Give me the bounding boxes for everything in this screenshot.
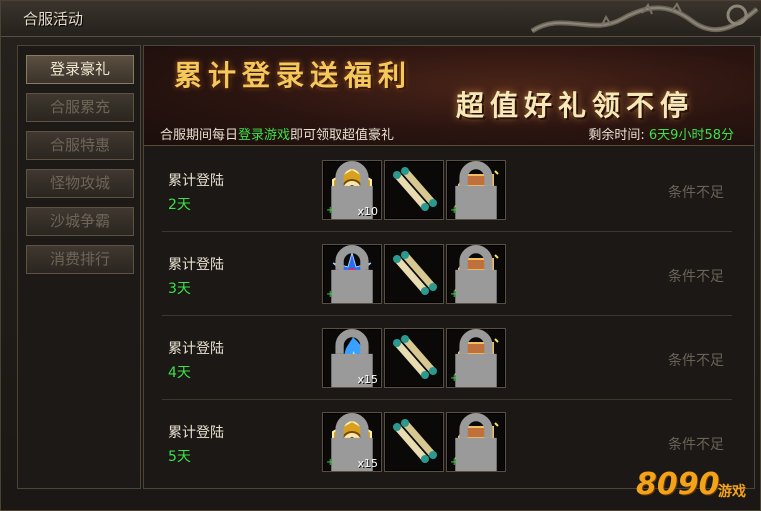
sidebar-item-recharge[interactable]: 合服累充 <box>26 93 134 122</box>
row-days: 5天 <box>168 449 191 465</box>
reward-slot[interactable]: + x10 <box>322 160 382 220</box>
timer-value: 6天9小时58分 <box>648 128 734 143</box>
status-text: 条件不足 <box>668 353 724 369</box>
countdown: 剩余时间: 6天9小时58分 <box>588 124 734 143</box>
row-days: 4天 <box>168 365 191 381</box>
scroll-icon <box>393 419 437 463</box>
content-panel: 累计登录送福利 超值好礼领不停 合服期间每日登录游戏即可领取超值豪礼 剩余时间:… <box>143 45 755 489</box>
sidebar-item-castle-war[interactable]: 沙城争霸 <box>26 207 134 236</box>
sidebar-item-spending-rank[interactable]: 消费排行 <box>26 245 134 274</box>
reward-slot[interactable]: + <box>322 244 382 304</box>
dragon-ornament-icon <box>530 2 759 34</box>
row-days: 2天 <box>168 197 191 213</box>
row-label: 累计登陆 <box>168 257 224 273</box>
reward-slot[interactable] <box>384 412 444 472</box>
plus-icon: + <box>450 373 459 384</box>
scroll-icon <box>393 335 437 379</box>
info-prefix: 合服期间每日 <box>160 128 239 143</box>
sidebar-item-special-offer[interactable]: 合服特惠 <box>26 131 134 160</box>
info-suffix: 即可领取超值豪礼 <box>290 128 395 143</box>
item-quantity: x10 <box>357 205 378 218</box>
plus-icon: + <box>326 289 335 300</box>
status-text: 条件不足 <box>668 437 724 453</box>
reward-row: 累计登陆 3天 + + 条件不足 <box>144 232 754 316</box>
row-label: 累计登陆 <box>168 425 224 441</box>
reward-row: 累计登陆 4天 x15 + 条件不足 <box>144 316 754 400</box>
plus-icon: + <box>450 205 459 216</box>
item-quantity: x15 <box>357 373 378 386</box>
reward-slot[interactable]: + <box>446 412 506 472</box>
sidebar-item-login-gift[interactable]: 登录豪礼 <box>26 55 134 84</box>
scroll-icon <box>393 251 437 295</box>
watermark-text: 游戏 <box>718 484 746 500</box>
reward-slot[interactable] <box>384 244 444 304</box>
reward-slot[interactable]: + <box>446 328 506 388</box>
info-highlight: 登录游戏 <box>238 128 291 143</box>
window-title: 合服活动 <box>23 10 84 28</box>
watermark-number: 8090 <box>636 467 720 502</box>
plus-icon: + <box>450 457 459 468</box>
status-text: 条件不足 <box>668 269 724 285</box>
banner-title: 累计登录送福利 <box>174 59 413 92</box>
site-watermark: 8090 游戏 <box>636 461 761 511</box>
row-label: 累计登陆 <box>168 341 224 357</box>
reward-slot[interactable]: x15 <box>322 328 382 388</box>
event-banner: 累计登录送福利 超值好礼领不停 合服期间每日登录游戏即可领取超值豪礼 剩余时间:… <box>144 46 754 146</box>
banner-info: 合服期间每日登录游戏即可领取超值豪礼 <box>160 124 394 143</box>
activity-window: 合服活动 登录豪礼 合服累充 合服特惠 怪物攻城 沙城争霸 消费排行 累计登录送… <box>0 0 761 511</box>
status-text: 条件不足 <box>668 185 724 201</box>
reward-slot[interactable] <box>384 328 444 388</box>
row-days: 3天 <box>168 281 191 297</box>
sidebar: 登录豪礼 合服累充 合服特惠 怪物攻城 沙城争霸 消费排行 <box>17 45 141 489</box>
item-quantity: x15 <box>357 457 378 470</box>
reward-slot[interactable]: + x15 <box>322 412 382 472</box>
scroll-icon <box>393 167 437 211</box>
plus-icon: + <box>450 289 459 300</box>
title-bar: 合服活动 <box>1 1 761 37</box>
sidebar-item-monster-siege[interactable]: 怪物攻城 <box>26 169 134 198</box>
timer-label: 剩余时间: <box>588 128 645 143</box>
row-label: 累计登陆 <box>168 173 224 189</box>
plus-icon: + <box>326 205 335 216</box>
banner-subtitle: 超值好礼领不停 <box>456 89 695 122</box>
reward-slot[interactable]: + <box>446 160 506 220</box>
reward-row: 累计登陆 2天 + x10 + 条件不足 <box>144 148 754 232</box>
reward-slot[interactable] <box>384 160 444 220</box>
reward-slot[interactable]: + <box>446 244 506 304</box>
plus-icon: + <box>326 457 335 468</box>
